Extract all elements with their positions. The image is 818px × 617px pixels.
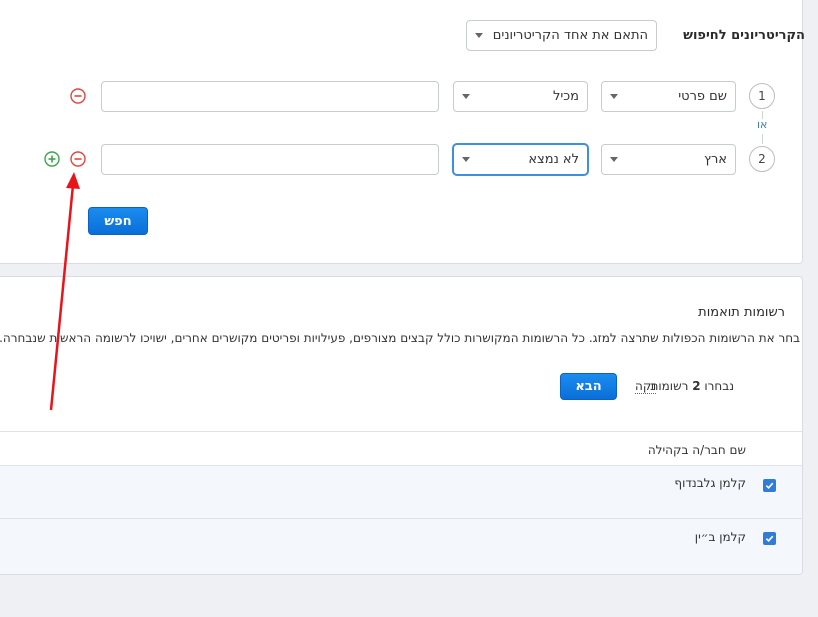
criteria-value-input[interactable]: [101, 81, 439, 112]
row-checkbox[interactable]: [763, 532, 776, 545]
table-row[interactable]: [0, 466, 802, 518]
chevron-down-icon: [610, 157, 618, 162]
or-connector-line: [762, 134, 763, 144]
table-divider: [0, 431, 802, 432]
chevron-down-icon: [475, 33, 483, 38]
operator-value: מכיל: [553, 89, 579, 104]
selected-prefix: נבחרו: [704, 379, 734, 393]
chevron-down-icon: [462, 157, 470, 162]
match-mode-select[interactable]: התאם את אחד הקריטריונים להלן: [466, 20, 657, 51]
results-description: בחר את הרשומות הכפולות שתרצה למזג. כל הר…: [0, 331, 800, 345]
plus-circle-icon[interactable]: [44, 151, 60, 167]
clear-selection-link[interactable]: נקה: [635, 379, 657, 394]
chevron-down-icon: [610, 94, 618, 99]
results-title: רשומות תואמות: [698, 305, 785, 320]
criteria-row-number: 2: [749, 146, 775, 172]
field-select[interactable]: שם פרטי: [601, 81, 736, 112]
criteria-title: הקריטריונים לחיפוש: [683, 28, 805, 43]
selected-count: 2: [692, 379, 701, 393]
member-name[interactable]: קלמן ב״ין: [695, 530, 746, 544]
field-select[interactable]: ארץ: [601, 144, 736, 175]
minus-circle-icon[interactable]: [70, 151, 86, 167]
match-mode-value: התאם את אחד הקריטריונים להלן: [489, 28, 648, 43]
member-name[interactable]: קלמן גלבנדוף: [674, 476, 746, 490]
criteria-row-number: 1: [749, 83, 775, 109]
field-value: שם פרטי: [678, 89, 727, 104]
search-criteria-panel: הקריטריונים לחיפוש התאם את אחד הקריטריונ…: [0, 0, 805, 264]
row-checkbox[interactable]: [763, 479, 776, 492]
operator-select[interactable]: מכיל: [453, 81, 588, 112]
search-button[interactable]: חפש: [88, 207, 148, 235]
next-button[interactable]: הבא: [560, 373, 617, 400]
check-icon: [765, 535, 774, 543]
field-value: ארץ: [703, 152, 727, 167]
minus-circle-icon[interactable]: [70, 88, 86, 104]
column-header: שם חבר/ה בקהילה: [647, 443, 746, 457]
table-row[interactable]: [0, 519, 802, 574]
operator-select[interactable]: לא נמצא: [453, 144, 588, 175]
operator-value: לא נמצא: [528, 152, 579, 167]
or-label: או: [757, 118, 768, 131]
selected-count-label: נבחרו 2 רשומות: [651, 379, 735, 393]
matching-records-panel: רשומות תואמות בחר את הרשומות הכפולות שתר…: [0, 276, 803, 575]
selected-suffix: רשומות: [650, 379, 689, 393]
criteria-value-input[interactable]: [101, 144, 439, 175]
check-icon: [765, 482, 774, 490]
chevron-down-icon: [462, 94, 470, 99]
